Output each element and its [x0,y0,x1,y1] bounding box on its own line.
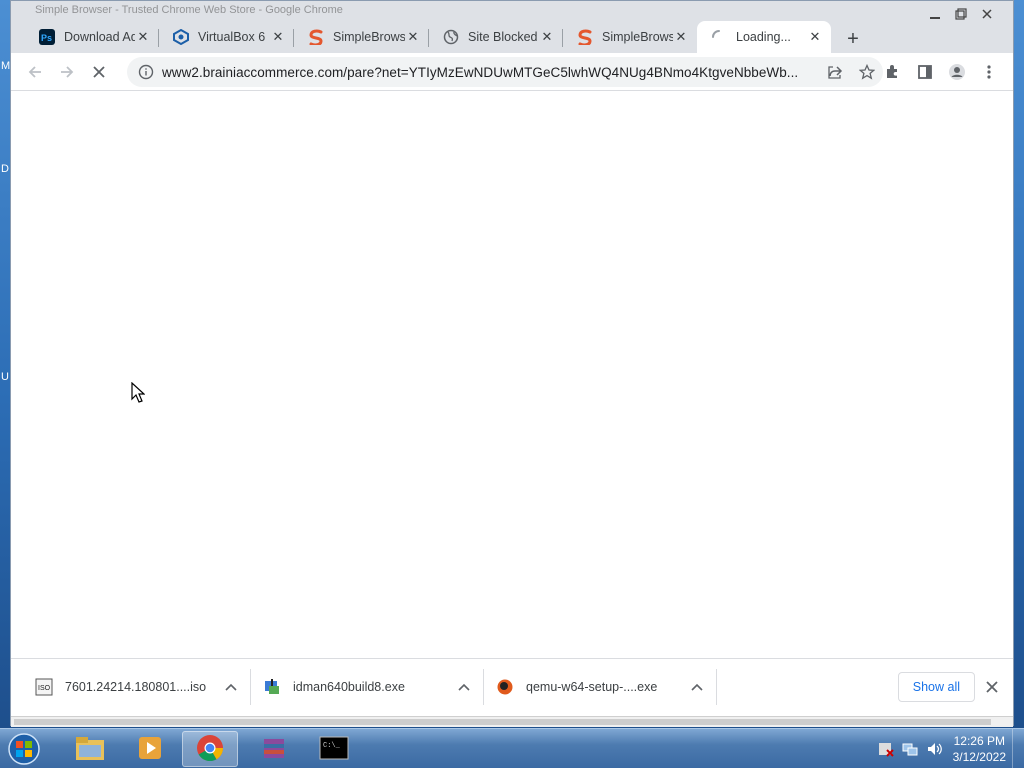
network-icon[interactable] [902,741,918,757]
svg-text:C:\_: C:\_ [323,742,341,750]
desktop-icon-label[interactable]: U [1,371,9,383]
tab-title: Site Blocked [468,30,538,44]
volume-icon[interactable] [926,741,942,757]
extensions-button[interactable] [879,58,907,86]
clock-date: 3/12/2022 [952,750,1006,764]
back-button[interactable] [21,58,49,86]
download-filename: idman640build8.exe [293,680,405,694]
tab-title: VirtualBox 6 [198,30,266,44]
taskbar-winrar[interactable] [246,731,302,767]
close-icon[interactable]: ✕ [270,29,286,45]
stop-loading-button[interactable] [85,58,113,86]
show-all-button[interactable]: Show all [897,672,975,702]
system-tray [878,729,942,768]
globe-icon [443,29,459,45]
chrome-icon [196,734,224,765]
archive-icon [260,734,288,765]
tab-loading-active[interactable]: Loading... ✕ [697,21,831,53]
close-icon[interactable]: ✕ [807,29,823,45]
virtualbox-icon [173,29,189,45]
close-icon[interactable]: ✕ [539,29,555,45]
chevron-up-icon[interactable] [691,680,703,694]
svg-text:ISO: ISO [38,685,51,692]
desktop-icon-label[interactable]: M [1,60,10,72]
loading-spinner-icon [711,29,727,45]
chevron-up-icon[interactable] [225,680,237,694]
simplebrowser-icon [308,29,324,45]
mouse-cursor [131,381,146,406]
close-icon[interactable] [981,676,1003,698]
chrome-window: Simple Browser - Trusted Chrome Web Stor… [10,0,1014,727]
tab-site-blocked[interactable]: Site Blocked ✕ [429,21,563,53]
download-item[interactable]: qemu-w64-setup-....exe [484,667,717,707]
forward-button[interactable] [53,58,81,86]
taskbar-clock[interactable]: 12:26 PM 3/12/2022 [953,733,1006,765]
chevron-up-icon[interactable] [458,680,470,694]
show-desktop-button[interactable] [1012,729,1024,768]
iso-file-icon: ISO [35,678,53,696]
new-tab-button[interactable]: + [839,25,867,53]
terminal-icon: C:\_ [319,736,349,763]
download-filename: 7601.24214.180801....iso [65,680,207,694]
download-item[interactable]: idman640build8.exe [251,667,484,707]
installer-icon [263,678,281,696]
close-icon[interactable]: ✕ [673,29,689,45]
share-icon[interactable] [819,64,851,80]
scrollbar-thumb[interactable] [14,719,991,725]
close-icon[interactable]: ✕ [405,29,421,45]
simplebrowser-icon [577,29,593,45]
taskbar-chrome[interactable] [182,731,238,767]
clock-time: 12:26 PM [953,734,1005,748]
info-icon[interactable] [133,64,159,80]
tab-strip: Ps Download Ad ✕ VirtualBox 6 ✕ SimpleBr… [11,19,1013,53]
browser-toolbar: www2.brainiaccommerce.com/pare?net=YTIyM… [11,53,1013,91]
folder-icon [75,735,105,764]
taskbar-media-player[interactable] [122,731,178,767]
window-title: Simple Browser - Trusted Chrome Web Stor… [35,4,343,16]
download-bar: ISO 7601.24214.180801....iso idman640bui… [11,658,1013,716]
media-player-icon [136,734,164,765]
svg-text:Ps: Ps [41,33,52,43]
tab-title: Loading... [736,30,791,44]
tab-title: SimpleBrows [333,30,405,44]
taskbar-explorer[interactable] [62,731,118,767]
start-button[interactable] [4,730,44,768]
menu-button[interactable] [975,58,1003,86]
taskbar-cmd[interactable]: C:\_ [306,731,362,767]
divider [716,669,717,705]
download-item[interactable]: ISO 7601.24214.180801....iso [23,667,251,707]
desktop-icon-label[interactable]: D [1,163,9,175]
taskbar: C:\_ 12:26 PM 3/12/2022 [0,728,1024,768]
tab-title: Download Ad [64,30,135,44]
tab-simplebrowser-1[interactable]: SimpleBrows ✕ [294,21,429,53]
close-icon[interactable]: ✕ [135,29,151,45]
qemu-icon [496,678,514,696]
page-content[interactable] [11,91,1013,658]
profile-button[interactable] [943,58,971,86]
tab-virtualbox[interactable]: VirtualBox 6 ✕ [159,21,294,53]
photoshop-icon: Ps [39,29,55,45]
download-filename: qemu-w64-setup-....exe [526,680,658,694]
tab-download-adobe[interactable]: Ps Download Ad ✕ [25,21,159,53]
side-panel-button[interactable] [911,58,939,86]
action-center-icon[interactable] [878,741,894,757]
horizontal-scrollbar[interactable] [11,716,1013,727]
tab-simplebrowser-2[interactable]: SimpleBrows ✕ [563,21,697,53]
url-text[interactable]: www2.brainiaccommerce.com/pare?net=YTIyM… [159,65,819,80]
tab-title: SimpleBrows [602,30,673,44]
address-bar[interactable]: www2.brainiaccommerce.com/pare?net=YTIyM… [127,57,883,87]
